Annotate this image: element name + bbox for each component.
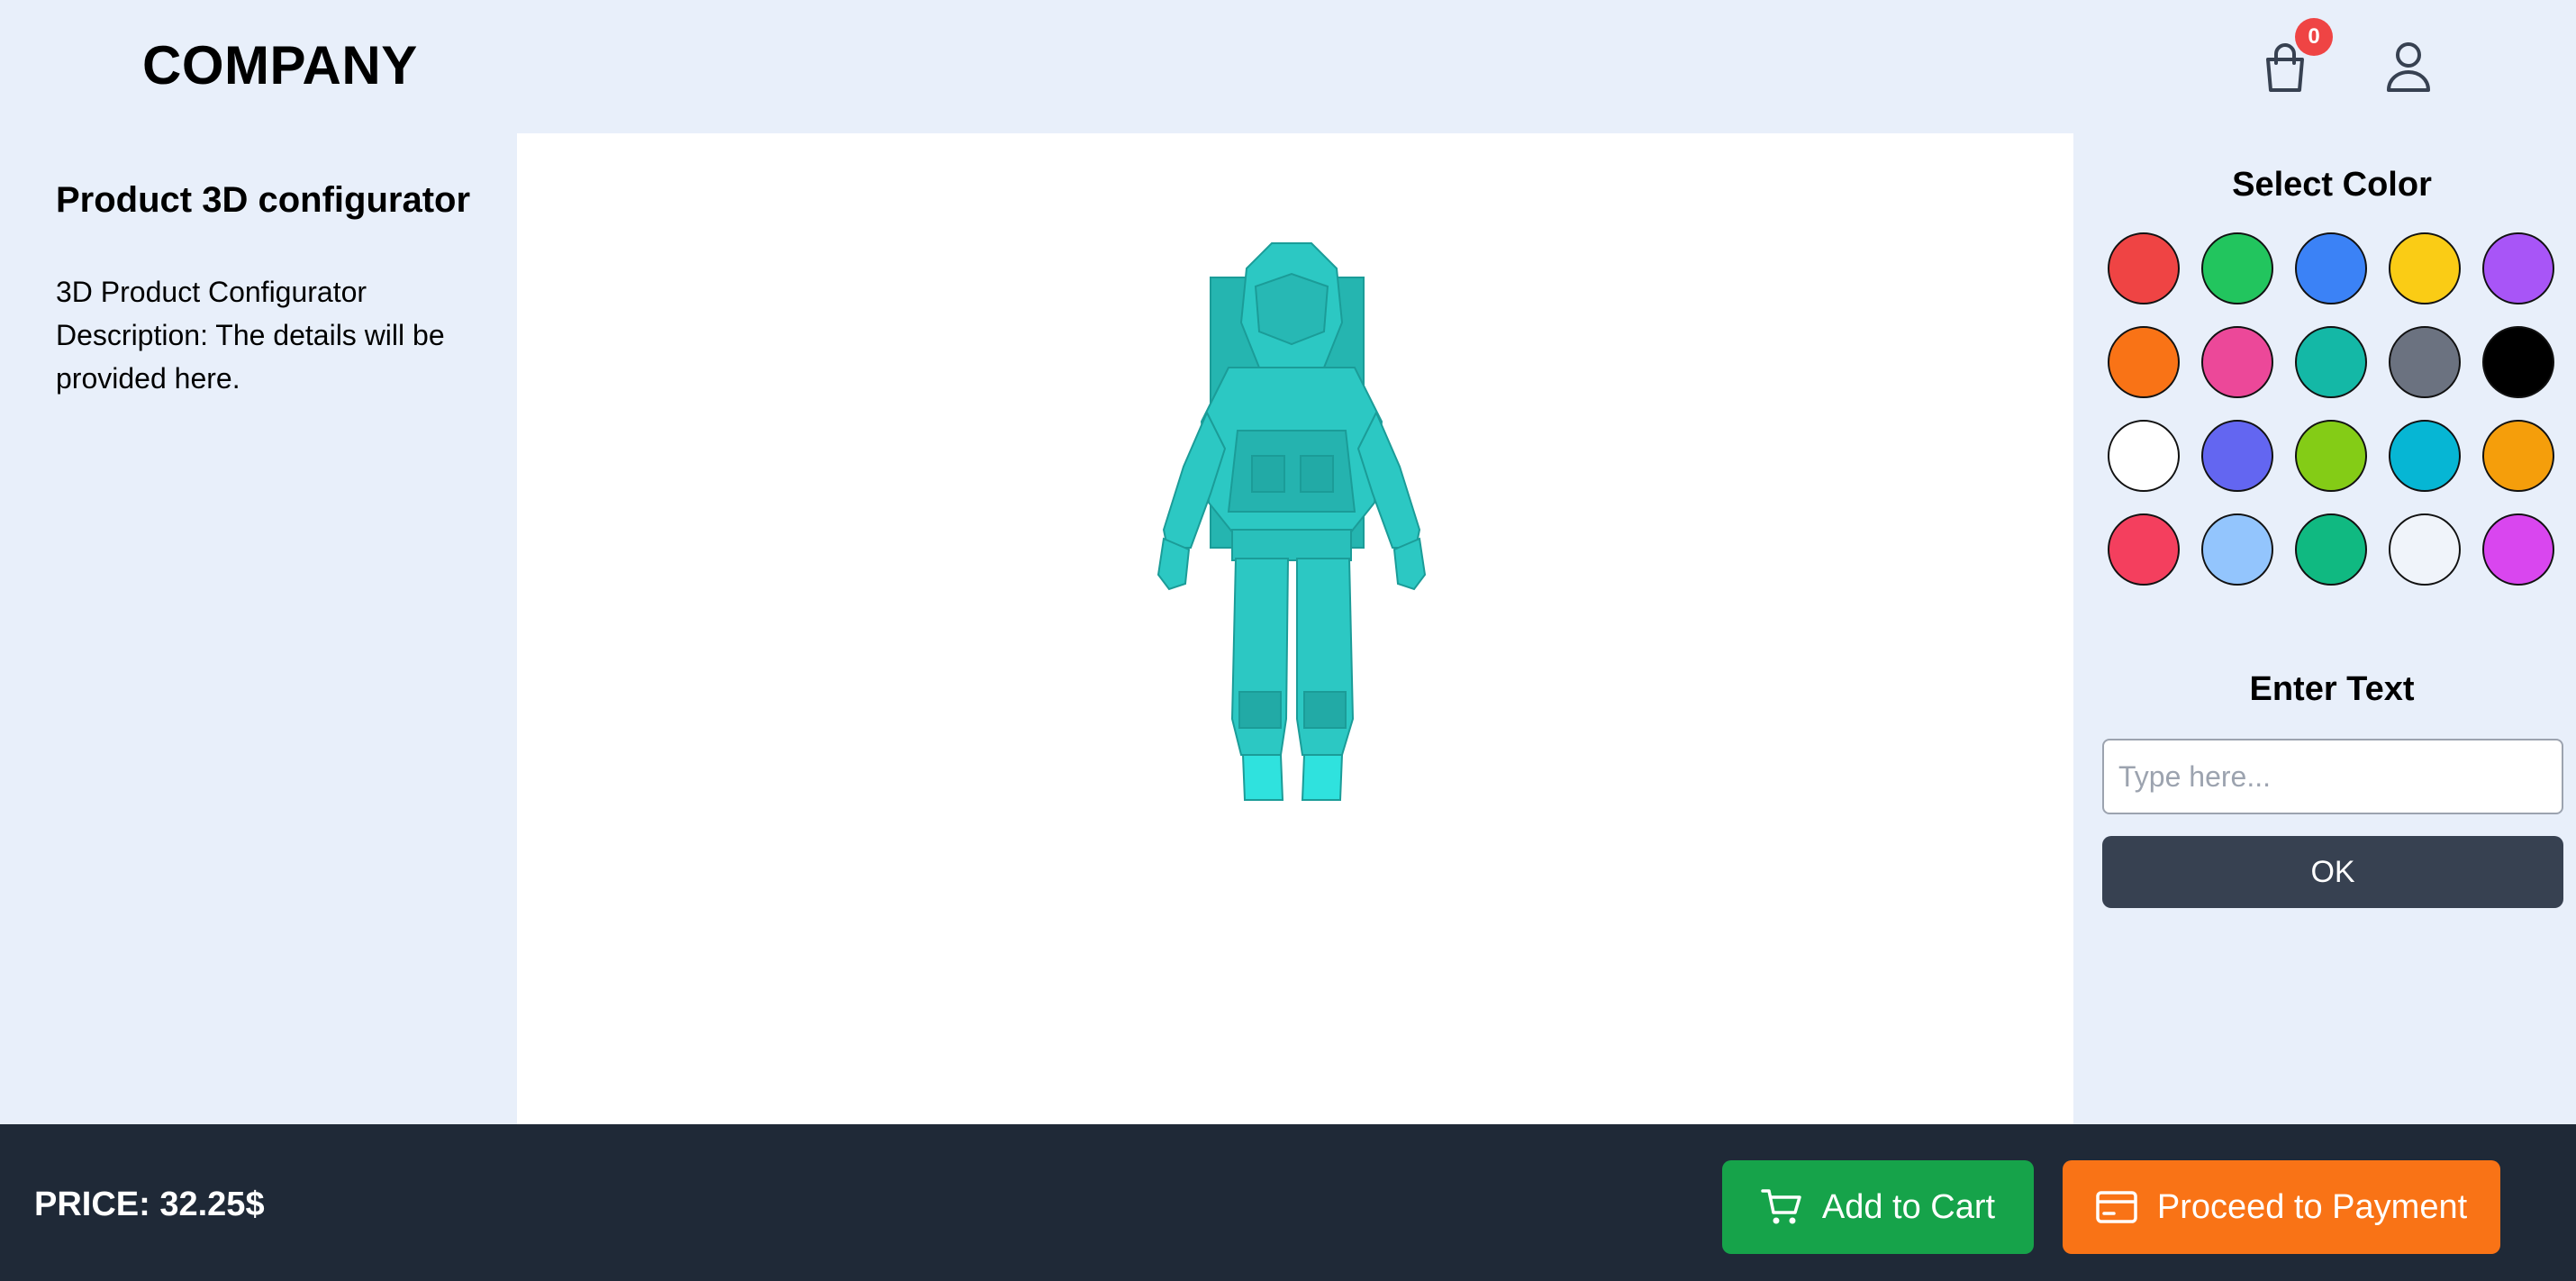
color-swatch[interactable] xyxy=(2295,326,2367,398)
ok-button[interactable]: OK xyxy=(2102,836,2563,908)
user-icon xyxy=(2387,42,2430,92)
color-swatch[interactable] xyxy=(2389,513,2461,586)
credit-card-icon xyxy=(2096,1191,2137,1223)
select-color-title: Select Color xyxy=(2232,166,2432,204)
color-swatch[interactable] xyxy=(2482,420,2554,492)
color-swatch[interactable] xyxy=(2201,513,2273,586)
customization-panel: Select Color Enter Text OK xyxy=(2073,133,2576,1124)
color-swatch[interactable] xyxy=(2389,326,2461,398)
proceed-to-payment-button[interactable]: Proceed to Payment xyxy=(2063,1160,2500,1254)
color-swatch[interactable] xyxy=(2201,326,2273,398)
color-swatch[interactable] xyxy=(2201,420,2273,492)
color-swatch[interactable] xyxy=(2295,513,2367,586)
enter-text-title: Enter Text xyxy=(2249,670,2415,708)
cart-button[interactable]: 0 xyxy=(2257,18,2333,95)
color-swatch[interactable] xyxy=(2482,326,2554,398)
color-swatch[interactable] xyxy=(2389,232,2461,304)
checkout-footer: PRICE: 32.25$ Add to Cart Proceed to Pay… xyxy=(0,1124,2576,1281)
color-swatch[interactable] xyxy=(2482,513,2554,586)
color-swatch[interactable] xyxy=(2389,420,2461,492)
color-swatch[interactable] xyxy=(2108,420,2180,492)
3d-viewer-canvas[interactable] xyxy=(517,133,2073,1124)
color-swatch[interactable] xyxy=(2295,420,2367,492)
color-swatch[interactable] xyxy=(2295,232,2367,304)
cart-count-badge: 0 xyxy=(2295,18,2333,56)
add-to-cart-button[interactable]: Add to Cart xyxy=(1722,1160,2034,1254)
color-swatch-grid xyxy=(2108,232,2554,586)
color-swatch[interactable] xyxy=(2201,232,2273,304)
color-swatch[interactable] xyxy=(2108,513,2180,586)
proceed-to-payment-label: Proceed to Payment xyxy=(2156,1187,2468,1226)
add-to-cart-label: Add to Cart xyxy=(1821,1187,1996,1226)
product-title: Product 3D configurator xyxy=(56,180,471,220)
product-description: 3D Product Configurator Description: The… xyxy=(56,276,445,395)
color-swatch[interactable] xyxy=(2108,326,2180,398)
header: COMPANY 0 xyxy=(0,0,2576,133)
price-label: PRICE: 32.25$ xyxy=(34,1186,265,1223)
user-account-button[interactable] xyxy=(2380,36,2439,95)
product-info-panel: Product 3D configurator 3D Product Confi… xyxy=(0,133,517,1124)
custom-text-input[interactable] xyxy=(2102,739,2563,814)
color-swatch[interactable] xyxy=(2482,232,2554,304)
astronaut-model[interactable] xyxy=(1138,232,1445,809)
color-swatch[interactable] xyxy=(2108,232,2180,304)
cart-icon xyxy=(1761,1189,1801,1224)
company-logo[interactable]: COMPANY xyxy=(142,34,418,96)
